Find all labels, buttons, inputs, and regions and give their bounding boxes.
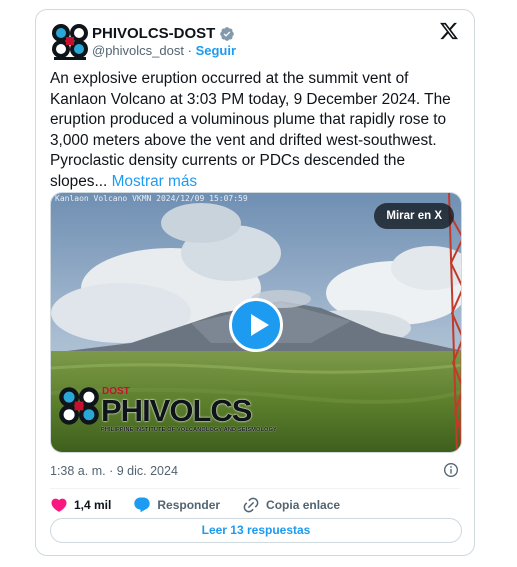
read-replies-button[interactable]: Leer 13 respuestas [50, 518, 462, 543]
watermark-name: PHIVOLCS [101, 393, 252, 428]
link-icon [243, 497, 259, 513]
author-handle-row: @phivolcs_dost · Seguir [92, 43, 236, 58]
author-handle[interactable]: @phivolcs_dost [92, 43, 184, 58]
video-media[interactable]: Kanlaon Volcano VKMN 2024/12/09 15:07:59… [50, 192, 462, 453]
watermark-subtitle: PHILIPPINE INSTITUTE OF VOLCANOLOGY AND … [101, 427, 277, 433]
copy-link-label: Copia enlace [266, 498, 341, 512]
verified-icon [220, 26, 235, 41]
reply-label: Responder [157, 498, 221, 512]
tweet-date: 9 dic. 2024 [116, 464, 178, 478]
reply-button[interactable]: Responder [133, 496, 220, 514]
x-logo-icon[interactable] [439, 21, 459, 41]
author-name[interactable]: PHIVOLCS-DOST [92, 25, 215, 42]
copy-link-button[interactable]: Copia enlace [242, 496, 340, 514]
camera-timestamp: Kanlaon Volcano VKMN 2024/12/09 15:07:59 [55, 194, 248, 203]
tweet-time: 1:38 a. m. [50, 464, 106, 478]
phivolcs-watermark-logo-icon [59, 387, 99, 425]
like-count: 1,4 mil [74, 498, 112, 512]
like-button[interactable]: 1,4 mil [50, 496, 111, 514]
tweet-body: An explosive eruption occurred at the su… [50, 70, 451, 190]
tweet-card: PHIVOLCS-DOST @phivolcs_dost · Seguir An… [35, 9, 475, 556]
tweet-text: An explosive eruption occurred at the su… [50, 69, 466, 192]
show-more-link[interactable]: Mostrar más [112, 173, 198, 190]
heart-icon [51, 498, 67, 512]
meta-separator: · [109, 464, 114, 478]
play-icon [251, 314, 269, 336]
author-name-row: PHIVOLCS-DOST [92, 25, 235, 42]
phivolcs-logo-icon[interactable] [50, 22, 90, 62]
watch-on-x-button[interactable]: Mirar en X [374, 203, 454, 229]
play-button[interactable] [229, 298, 283, 352]
tweet-timestamp[interactable]: 1:38 a. m. · 9 dic. 2024 [50, 464, 178, 478]
follow-button[interactable]: Seguir [196, 43, 236, 58]
action-bar: 1,4 mil Responder Copia enlace [50, 493, 362, 517]
reply-icon [134, 497, 151, 513]
info-icon[interactable] [443, 462, 459, 478]
divider [50, 488, 460, 489]
handle-separator: · [187, 43, 192, 58]
